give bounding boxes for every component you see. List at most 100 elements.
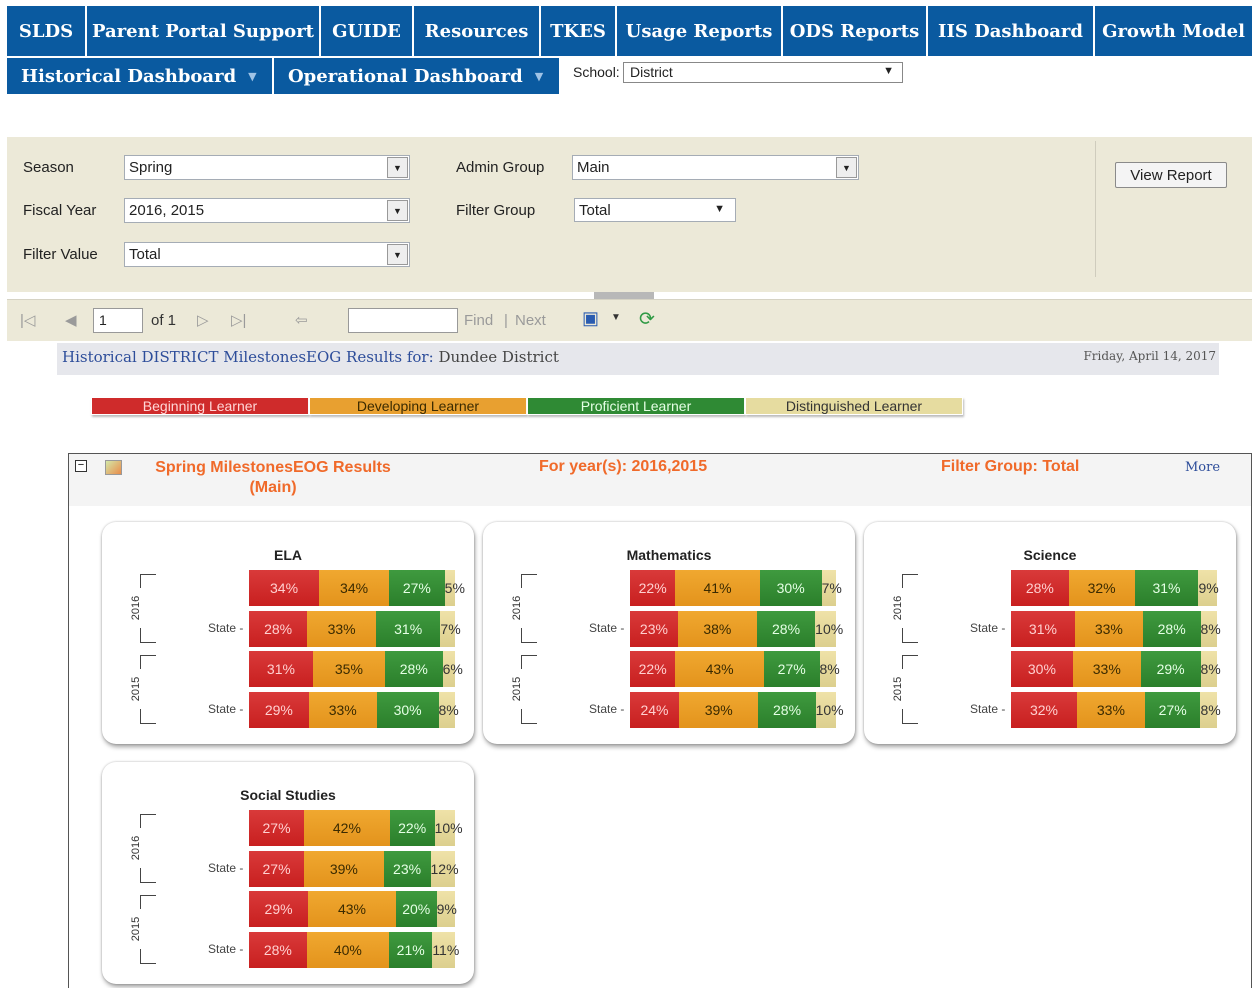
view-report-button[interactable]: View Report (1115, 162, 1227, 188)
bar-segment-developing: 41% (675, 570, 760, 606)
year-label: 2016 (892, 587, 904, 628)
chart-card-science: Science 2016 2015 28% 32% 31% 9% State -31% 33% 2… (864, 522, 1236, 744)
first-page-icon[interactable]: |◁ (20, 311, 35, 329)
filter-value-select[interactable]: Total ▼ (124, 242, 410, 267)
next-link[interactable]: Next (515, 312, 546, 329)
year-label: 2015 (511, 668, 523, 709)
nav-historical-dashboard[interactable]: Historical Dashboard ▼ (7, 58, 274, 94)
stacked-bar: 28% 32% 31% 9% (1011, 570, 1219, 606)
more-link[interactable]: More (1185, 460, 1220, 475)
nav-ods-reports[interactable]: ODS Reports (783, 6, 928, 56)
bar-segment-proficient: 30% (376, 692, 439, 728)
bar-segment-developing: 35% (312, 651, 385, 687)
results-years: For year(s): 2016,2015 (539, 458, 708, 475)
fiscal-year-select[interactable]: 2016, 2015 ▼ (124, 198, 410, 223)
chart-icon[interactable] (105, 460, 122, 475)
report-title: Historical DISTRICT MilestonesEOG Result… (62, 348, 559, 366)
season-value: Spring (129, 159, 173, 176)
state-label: State - (208, 702, 244, 716)
nav-usage-reports[interactable]: Usage Reports (617, 6, 783, 56)
refresh-icon[interactable]: ⟳ (639, 308, 655, 331)
admin-group-select[interactable]: Main ▼ (572, 155, 859, 180)
page-number-input[interactable]: 1 (93, 308, 143, 333)
bar-segment-beginning: 29% (249, 692, 309, 728)
bar-segment-proficient: 28% (758, 692, 816, 728)
legend-developing: Developing Learner (309, 397, 527, 415)
back-icon[interactable]: ⇦ (295, 311, 308, 329)
report-header: Historical DISTRICT MilestonesEOG Result… (57, 343, 1219, 375)
stacked-bar: 32% 33% 27% 8% (1011, 692, 1221, 728)
bar-segment-developing: 34% (319, 570, 390, 606)
report-title-text: Historical DISTRICT MilestonesEOG Result… (62, 348, 434, 366)
stacked-bar: 31% 35% 28% 6% (249, 651, 463, 687)
dropdown-arrow-icon[interactable]: ▼ (387, 244, 408, 265)
school-label: School: (573, 64, 620, 80)
panel-collapse-handle[interactable] (594, 292, 654, 299)
legend: Beginning Learner Developing Learner Pro… (91, 397, 963, 415)
bar-segment-distinguished: 11% (432, 932, 459, 968)
state-label: State - (208, 861, 244, 875)
school-select[interactable]: District ▼ (623, 62, 903, 83)
filter-group-value: Total (579, 202, 611, 219)
find-input[interactable] (348, 308, 458, 333)
filter-value-value: Total (129, 246, 161, 263)
bar-segment-developing: 43% (308, 891, 396, 927)
bar-segment-distinguished: 10% (815, 611, 843, 647)
find-link[interactable]: Find (464, 312, 493, 329)
fiscal-year-label: Fiscal Year (23, 202, 97, 219)
nav-guide[interactable]: GUIDE (321, 6, 414, 56)
nav-iis-dashboard[interactable]: IIS Dashboard (928, 6, 1095, 56)
secondary-nav: Historical Dashboard ▼ Operational Dashb… (7, 58, 559, 94)
dropdown-arrow-icon[interactable]: ▼ (387, 200, 408, 221)
year-bracket (521, 574, 537, 643)
last-page-icon[interactable]: ▷| (231, 311, 246, 329)
stacked-bar: 22% 41% 30% 7% (630, 570, 842, 606)
report-parameters-panel: Season Spring ▼ Fiscal Year 2016, 2015 ▼… (7, 137, 1252, 292)
bar-segment-beginning: 22% (630, 570, 676, 606)
nav-resources[interactable]: Resources (414, 6, 541, 56)
bar-segment-beginning: 31% (249, 651, 313, 687)
bar-segment-developing: 43% (675, 651, 764, 687)
bar-segment-distinguished: 8% (1200, 611, 1221, 647)
bar-segment-beginning: 27% (249, 851, 305, 887)
stacked-bar: 24% 39% 28% 10% (630, 692, 844, 728)
next-page-icon[interactable]: ▷ (197, 311, 209, 329)
legend-distinguished: Distinguished Learner (745, 397, 963, 415)
bar-segment-proficient: 28% (756, 611, 816, 647)
export-dropdown-icon[interactable]: ▼ (611, 312, 621, 323)
fiscal-year-value: 2016, 2015 (129, 202, 205, 219)
chart-title: Mathematics (626, 547, 712, 563)
previous-page-icon[interactable]: ◀ (65, 311, 77, 329)
report-toolbar: |◁ ◀ 1 of 1 ▷ ▷| ⇦ Find | Next ▣ ▼ ⟳ (7, 299, 1252, 341)
nav-parent-portal-support[interactable]: Parent Portal Support (87, 6, 321, 56)
bar-segment-distinguished: 6% (442, 651, 463, 687)
bar-segment-distinguished: 10% (815, 692, 844, 728)
season-select[interactable]: Spring ▼ (124, 155, 410, 180)
filter-group-select[interactable]: Total ▼ (574, 198, 736, 222)
season-label: Season (23, 159, 74, 176)
district-name: Dundee District (438, 348, 559, 366)
state-label: State - (970, 702, 1006, 716)
nav-tkes[interactable]: TKES (541, 6, 617, 56)
bar-segment-proficient: 31% (375, 611, 441, 647)
dropdown-arrow-icon[interactable]: ▼ (387, 157, 408, 178)
bar-segment-developing: 33% (1072, 651, 1141, 687)
year-label: 2016 (130, 827, 142, 868)
bar-segment-beginning: 28% (1011, 570, 1069, 606)
nav-slds[interactable]: SLDS (7, 6, 87, 56)
chart-card-mathematics: Mathematics 2016 2015 22% 41% 30% 7% State -23%… (483, 522, 855, 744)
bar-segment-beginning: 22% (630, 651, 676, 687)
collapse-icon[interactable]: − (75, 460, 87, 472)
panel-divider (1095, 141, 1096, 277)
export-save-icon[interactable]: ▣ (582, 308, 599, 329)
results-title: Spring MilestonesEOG Results (Main) (151, 458, 395, 498)
chart-title: Social Studies (240, 787, 336, 803)
page-count: of 1 (151, 312, 177, 329)
bar-segment-beginning: 34% (249, 570, 320, 606)
find-separator: | (504, 312, 508, 329)
state-label: State - (970, 621, 1006, 635)
bar-segment-beginning: 28% (249, 611, 308, 647)
dropdown-arrow-icon[interactable]: ▼ (836, 157, 857, 178)
nav-growth-model[interactable]: Growth Model (1095, 6, 1252, 56)
nav-operational-dashboard[interactable]: Operational Dashboard ▼ (274, 58, 559, 94)
